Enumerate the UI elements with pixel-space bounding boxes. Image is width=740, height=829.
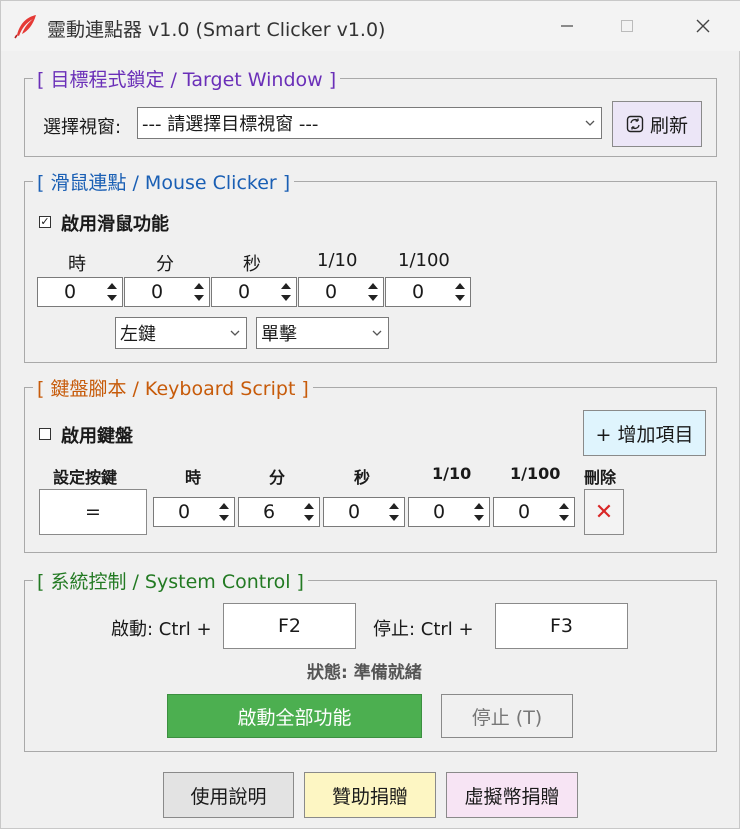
mouse-hundredths-spinbox[interactable]: 0 (385, 277, 471, 307)
help-button[interactable]: 使用說明 (163, 772, 294, 818)
mouse-enable-checkbox[interactable]: ✓ (39, 216, 51, 228)
mouse-hundredths-value: 0 (411, 281, 425, 303)
kb-header-key: 設定按鍵 (53, 468, 118, 487)
mouse-minutes-spinbox[interactable]: 0 (124, 277, 210, 307)
kb-hours-value: 0 (177, 501, 191, 523)
mouse-hours-spinbox[interactable]: 0 (37, 277, 123, 307)
start-hotkey-field[interactable]: F2 (223, 603, 356, 649)
maximize-button[interactable] (607, 11, 647, 41)
mouse-seconds-spinbox[interactable]: 0 (211, 277, 297, 307)
app-window: 靈動連點器 v1.0 (Smart Clicker v1.0) [ 目標程式鎖定… (0, 0, 740, 829)
window-select[interactable]: --- 請選擇目標視窗 --- (137, 107, 602, 139)
spin-arrows-icon[interactable] (554, 498, 574, 526)
spin-arrows-icon[interactable] (469, 498, 489, 526)
mouse-button-value: 左鍵 (120, 324, 156, 345)
spin-arrows-icon[interactable] (102, 278, 122, 306)
key-binding-value: = (85, 501, 101, 523)
window-select-value: --- 請選擇目標視窗 --- (142, 114, 319, 135)
delete-x-icon: ✕ (594, 499, 614, 525)
minimize-icon (561, 25, 573, 27)
sponsor-button[interactable]: 贊助捐贈 (304, 772, 436, 818)
refresh-button-label: 刷新 (649, 114, 688, 137)
kb-minutes-spinbox[interactable]: 6 (238, 497, 320, 527)
kb-tenths-value: 0 (432, 501, 446, 523)
close-window-button[interactable] (683, 11, 723, 41)
delete-row-button[interactable]: ✕ (584, 489, 624, 535)
mouse-header-tenths: 1/10 (317, 250, 358, 271)
spin-arrows-icon[interactable] (214, 498, 234, 526)
click-type-select[interactable]: 單擊 (256, 317, 389, 349)
kb-hours-spinbox[interactable]: 0 (153, 497, 235, 527)
refresh-icon (626, 115, 644, 133)
kb-seconds-value: 0 (347, 501, 361, 523)
kb-header-delete: 刪除 (584, 468, 617, 487)
system-control-legend: [ 系統控制 / System Control ] (33, 567, 308, 594)
mouse-minutes-value: 0 (150, 281, 164, 303)
mouse-header-seconds: 秒 (243, 254, 261, 275)
minimize-button[interactable] (547, 11, 587, 41)
kb-header-hours: 時 (185, 468, 202, 487)
spin-arrows-icon[interactable] (384, 498, 404, 526)
mouse-header-hundredths: 1/100 (398, 250, 450, 271)
mouse-clicker-legend: [ 滑鼠連點 / Mouse Clicker ] (33, 168, 295, 195)
kb-seconds-spinbox[interactable]: 0 (323, 497, 405, 527)
target-window-legend: [ 目標程式鎖定 / Target Window ] (33, 65, 341, 92)
kb-header-minutes: 分 (269, 468, 286, 487)
key-binding-button[interactable]: = (39, 489, 147, 535)
stop-hotkey-value: F3 (549, 615, 574, 637)
start-hotkey-label: 啟動: Ctrl + (111, 619, 212, 640)
click-type-value: 單擊 (261, 324, 297, 345)
kb-minutes-value: 6 (262, 501, 276, 523)
window-title: 靈動連點器 v1.0 (Smart Clicker v1.0) (47, 19, 386, 41)
keyboard-script-legend: [ 鍵盤腳本 / Keyboard Script ] (33, 374, 313, 401)
spin-arrows-icon[interactable] (276, 278, 296, 306)
mouse-seconds-value: 0 (237, 281, 251, 303)
mouse-enable-label: 啟用滑鼠功能 (61, 214, 169, 235)
start-hotkey-value: F2 (277, 615, 302, 637)
mouse-button-select[interactable]: 左鍵 (115, 317, 247, 349)
kb-tenths-spinbox[interactable]: 0 (408, 497, 490, 527)
status-text: 狀態: 準備就緒 (307, 663, 422, 683)
spin-arrows-icon[interactable] (450, 278, 470, 306)
sponsor-button-label: 贊助捐贈 (331, 785, 408, 808)
kb-header-tenths: 1/10 (432, 464, 472, 483)
start-all-button[interactable]: 啟動全部功能 (167, 694, 422, 738)
crypto-donate-button[interactable]: 虛擬幣捐贈 (446, 772, 578, 818)
stop-hotkey-label: 停止: Ctrl + (373, 619, 474, 640)
stop-button-label: 停止 (T) (471, 706, 543, 729)
spin-arrows-icon[interactable] (189, 278, 209, 306)
mouse-header-hours: 時 (68, 254, 86, 275)
refresh-button[interactable]: 刷新 (612, 101, 702, 147)
chevron-down-icon (372, 330, 382, 336)
window-select-label: 選擇視窗: (43, 117, 122, 138)
quill-feather-icon (14, 15, 36, 39)
spin-arrows-icon[interactable] (363, 278, 383, 306)
kb-hundredths-value: 0 (517, 501, 531, 523)
keyboard-enable-label: 啟用鍵盤 (61, 426, 133, 447)
mouse-header-minutes: 分 (156, 254, 174, 275)
mouse-hours-value: 0 (63, 281, 77, 303)
crypto-donate-label: 虛擬幣捐贈 (464, 785, 560, 808)
add-item-label: + 增加項目 (595, 423, 694, 446)
maximize-icon (621, 20, 633, 32)
stop-hotkey-field[interactable]: F3 (495, 603, 628, 649)
spin-arrows-icon[interactable] (299, 498, 319, 526)
keyboard-enable-checkbox[interactable] (39, 428, 51, 440)
add-item-button[interactable]: + 增加項目 (583, 410, 706, 456)
chevron-down-icon (230, 330, 240, 336)
mouse-tenths-value: 0 (324, 281, 338, 303)
start-all-label: 啟動全部功能 (237, 706, 352, 729)
title-bar: 靈動連點器 v1.0 (Smart Clicker v1.0) (1, 1, 740, 51)
mouse-tenths-spinbox[interactable]: 0 (298, 277, 384, 307)
help-button-label: 使用說明 (190, 785, 267, 808)
close-icon (696, 19, 710, 33)
kb-header-hundredths: 1/100 (510, 464, 561, 483)
kb-hundredths-spinbox[interactable]: 0 (493, 497, 575, 527)
chevron-down-icon (585, 120, 595, 126)
stop-button[interactable]: 停止 (T) (441, 694, 573, 738)
kb-header-seconds: 秒 (354, 468, 371, 487)
